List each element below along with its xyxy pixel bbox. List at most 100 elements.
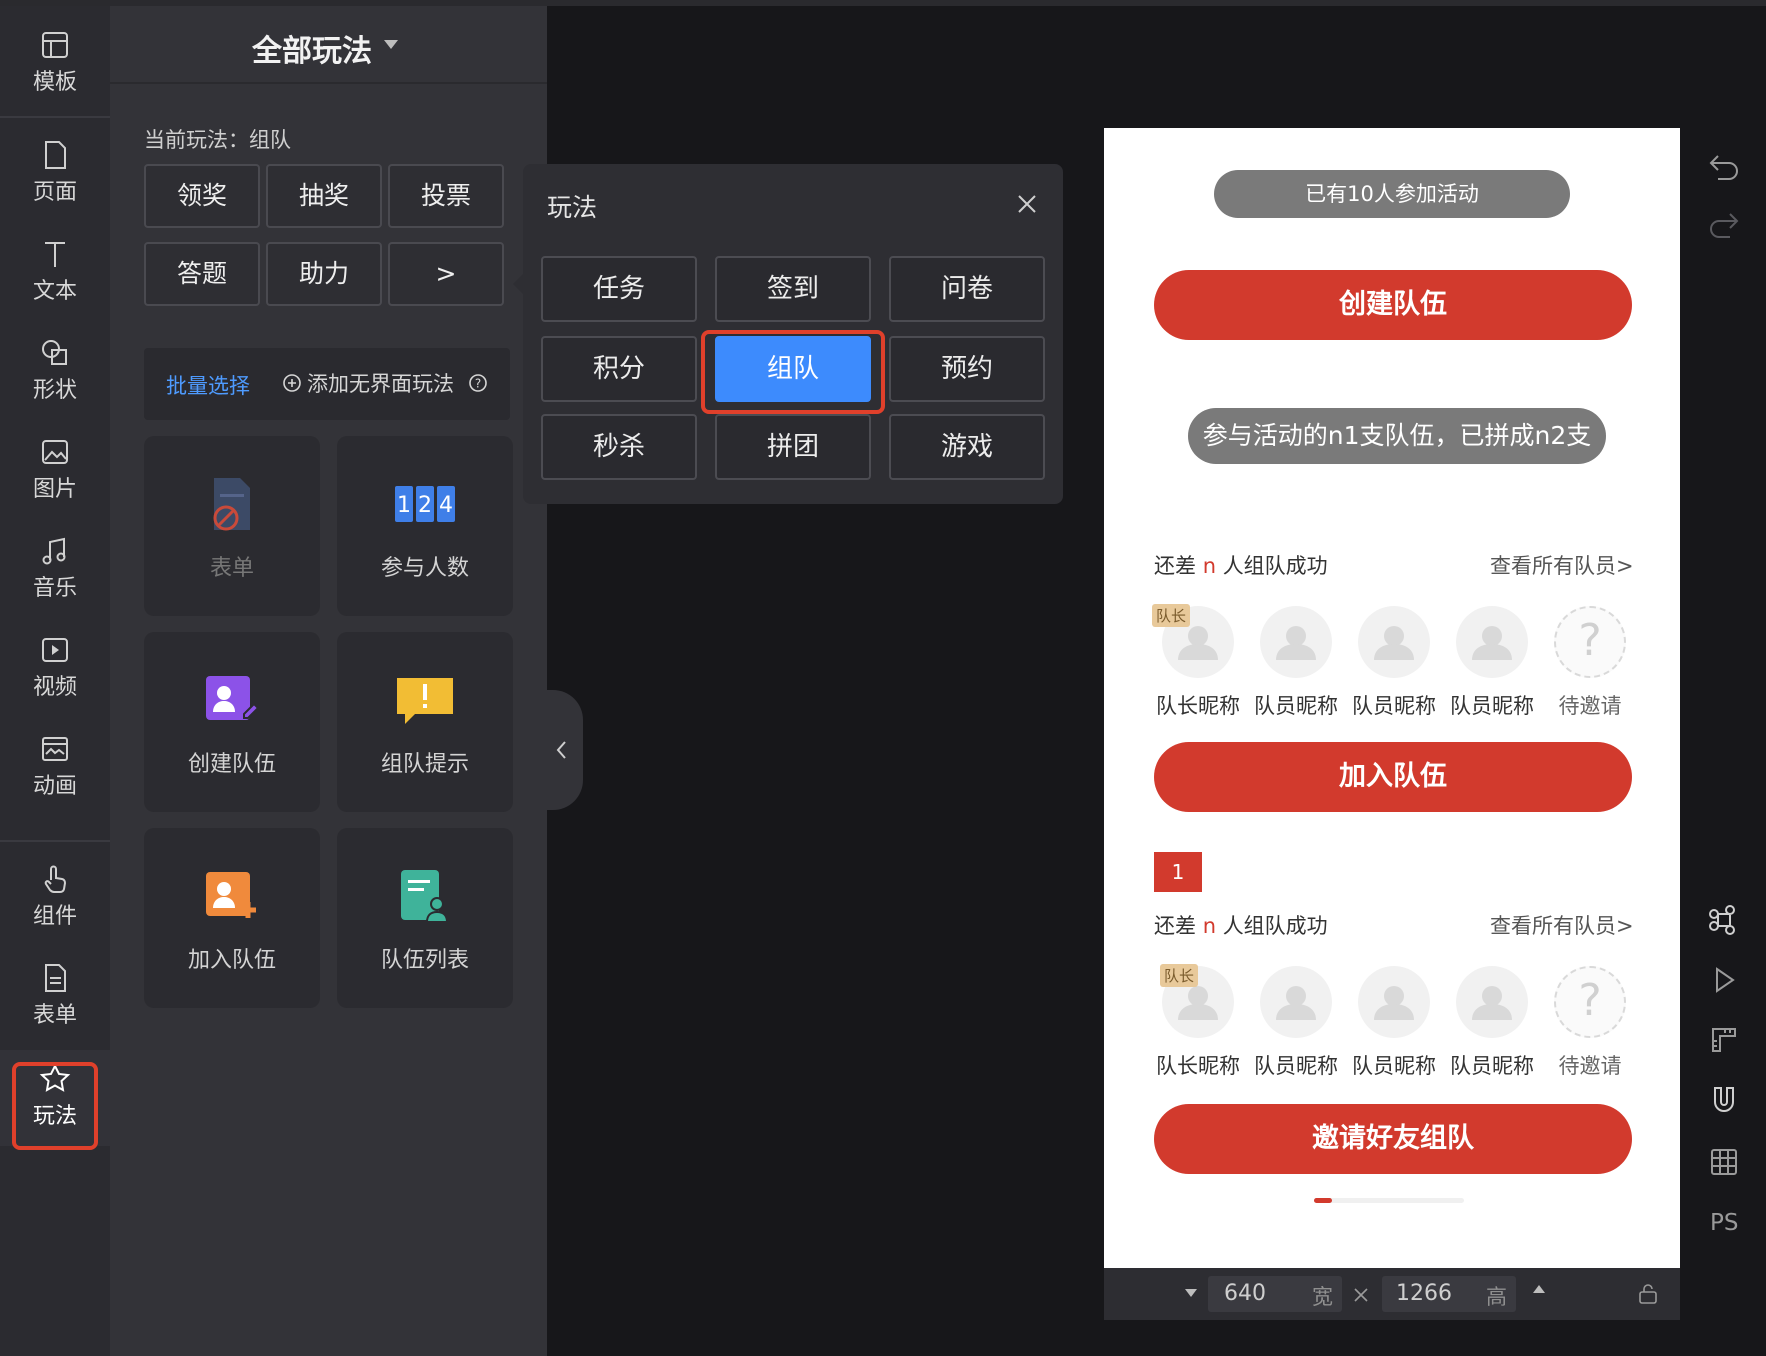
play-button-lottery[interactable]: 抽奖 (266, 164, 382, 228)
svg-text:2: 2 (418, 493, 432, 518)
create-team-button[interactable]: 创建队伍 (1154, 270, 1632, 340)
view-all-members-link[interactable]: 查看所有队员> (1490, 910, 1634, 940)
music-icon (42, 537, 66, 565)
card-form[interactable]: 表单 (144, 436, 320, 616)
play-preview-icon[interactable] (1706, 962, 1742, 998)
option-game[interactable]: 游戏 (889, 414, 1045, 480)
rail-label: 形状 (32, 378, 77, 403)
rail-item-image[interactable]: 图片 (0, 423, 110, 519)
rail-item-video[interactable]: 视频 (0, 621, 110, 717)
play-type-popup: 玩法 任务 签到 问卷 积分 组队 预约 秒杀 拼团 游戏 (513, 164, 1063, 504)
team-status-text: 还差 n 人组队成功 (1154, 910, 1328, 940)
play-button-assist[interactable]: 助力 (266, 242, 382, 306)
option-checkin[interactable]: 签到 (715, 256, 871, 322)
team-list-icon (401, 870, 449, 923)
grid-icon[interactable] (1706, 1144, 1742, 1180)
option-survey[interactable]: 问卷 (889, 256, 1045, 322)
rail-item-animation[interactable]: 动画 (0, 720, 110, 816)
member-name: 待邀请 (1558, 694, 1622, 718)
form-icon (45, 964, 66, 992)
option-task[interactable]: 任务 (541, 256, 697, 322)
phone-canvas[interactable]: 已有10人参加活动 创建队伍 参与活动的n1支队伍，已拼成n2支 还差 n 人组… (1104, 128, 1680, 1268)
help-icon[interactable]: ? (468, 373, 488, 393)
play-button-vote[interactable]: 投票 (388, 164, 504, 228)
invite-friends-button[interactable]: 邀请好友组队 (1154, 1104, 1632, 1174)
height-field[interactable]: 1266 高 (1382, 1276, 1516, 1312)
option-group-buy[interactable]: 拼团 (715, 414, 871, 480)
height-value: 1266 (1396, 1281, 1452, 1306)
pending-avatar[interactable]: ? (1554, 606, 1626, 678)
captain-tag: 队长 (1160, 964, 1199, 987)
add-headless-play-link[interactable]: 添加无界面玩法 (307, 368, 454, 398)
card-team-list[interactable]: 队伍列表 (337, 828, 513, 1008)
ruler-icon[interactable] (1706, 1022, 1742, 1058)
card-create-team[interactable]: 创建队伍 (144, 632, 320, 812)
selected-option-outline (701, 330, 885, 414)
join-team-button[interactable]: 加入队伍 (1154, 742, 1632, 812)
svg-text:4: 4 (439, 493, 453, 518)
card-label: 创建队伍 (187, 752, 276, 777)
page-icon (45, 141, 66, 169)
member-name: 队员昵称 (1254, 1054, 1338, 1078)
rail-item-page[interactable]: 页面 (0, 126, 110, 222)
member-name: 待邀请 (1558, 1054, 1622, 1078)
rail-item-template[interactable]: 模板 (0, 16, 110, 112)
template-icon (42, 32, 68, 58)
current-play-label: 当前玩法：组队 (144, 128, 291, 152)
view-all-members-link[interactable]: 查看所有队员> (1490, 550, 1634, 580)
option-reserve[interactable]: 预约 (889, 336, 1045, 402)
ps-tool[interactable]: PS (1710, 1210, 1738, 1236)
panel-header[interactable]: 全部玩法 (110, 6, 547, 84)
user-icon (1374, 986, 1414, 1020)
card-label: 组队提示 (380, 752, 469, 777)
need-prefix: 还差 (1154, 914, 1196, 938)
width-value: 640 (1224, 1281, 1266, 1306)
rail-item-music[interactable]: 音乐 (0, 522, 110, 618)
panel-collapse-tab[interactable] (547, 690, 583, 810)
rank-badge: 1 (1154, 852, 1202, 892)
form-disabled-icon (213, 478, 250, 531)
card-label: 参与人数 (380, 556, 469, 581)
rail-divider (0, 116, 110, 118)
caret-up-icon[interactable] (1532, 1284, 1546, 1294)
play-button-more[interactable]: > (388, 242, 504, 306)
redo-icon[interactable] (1706, 206, 1742, 242)
rail-active-highlight (12, 1062, 98, 1150)
rail-item-form[interactable]: 表单 (0, 949, 110, 1045)
need-suffix: 人组队成功 (1222, 914, 1328, 938)
play-button-prize[interactable]: 领奖 (144, 164, 260, 228)
rail-label: 动画 (32, 774, 77, 799)
avatar (1260, 966, 1332, 1038)
pager-active (1314, 1198, 1332, 1203)
option-points[interactable]: 积分 (541, 336, 697, 402)
avatar (1358, 966, 1430, 1038)
lock-icon[interactable] (1636, 1282, 1660, 1306)
user-icon (1472, 986, 1512, 1020)
height-unit: 高 (1486, 1285, 1507, 1309)
card-team-tip[interactable]: 组队提示 (337, 632, 513, 812)
join-team-icon (206, 872, 256, 918)
pending-avatar[interactable]: ? (1554, 966, 1626, 1038)
team-summary-badge: 参与活动的n1支队伍，已拼成n2支 (1188, 408, 1606, 464)
team-tip-icon (397, 678, 453, 724)
rail-item-text[interactable]: 文本 (0, 225, 110, 321)
caret-down-icon[interactable] (1184, 1288, 1198, 1298)
multiply-icon (1354, 1288, 1368, 1302)
avatar (1358, 606, 1430, 678)
play-button-quiz[interactable]: 答题 (144, 242, 260, 306)
rail-item-shape[interactable]: 形状 (0, 324, 110, 420)
text-icon (45, 242, 65, 267)
rail-item-component[interactable]: 组件 (0, 850, 110, 946)
undo-icon[interactable] (1706, 148, 1742, 184)
option-flash-sale[interactable]: 秒杀 (541, 414, 697, 480)
command-icon[interactable] (1706, 902, 1742, 938)
close-icon[interactable] (1013, 190, 1041, 218)
batch-select-link[interactable]: 批量选择 (166, 370, 250, 400)
card-join-team[interactable]: 加入队伍 (144, 828, 320, 1008)
magnet-icon[interactable] (1706, 1082, 1742, 1118)
width-field[interactable]: 640 宽 (1208, 1276, 1342, 1312)
left-rail: 模板 页面 文本 形状 图片 音乐 视频 动画 组件 表单 玩法 (0, 6, 110, 1356)
member-name: 队员昵称 (1450, 694, 1534, 718)
canvas-size-bar: 640 宽 1266 高 (1104, 1268, 1680, 1320)
card-participants[interactable]: 124 参与人数 (337, 436, 513, 616)
